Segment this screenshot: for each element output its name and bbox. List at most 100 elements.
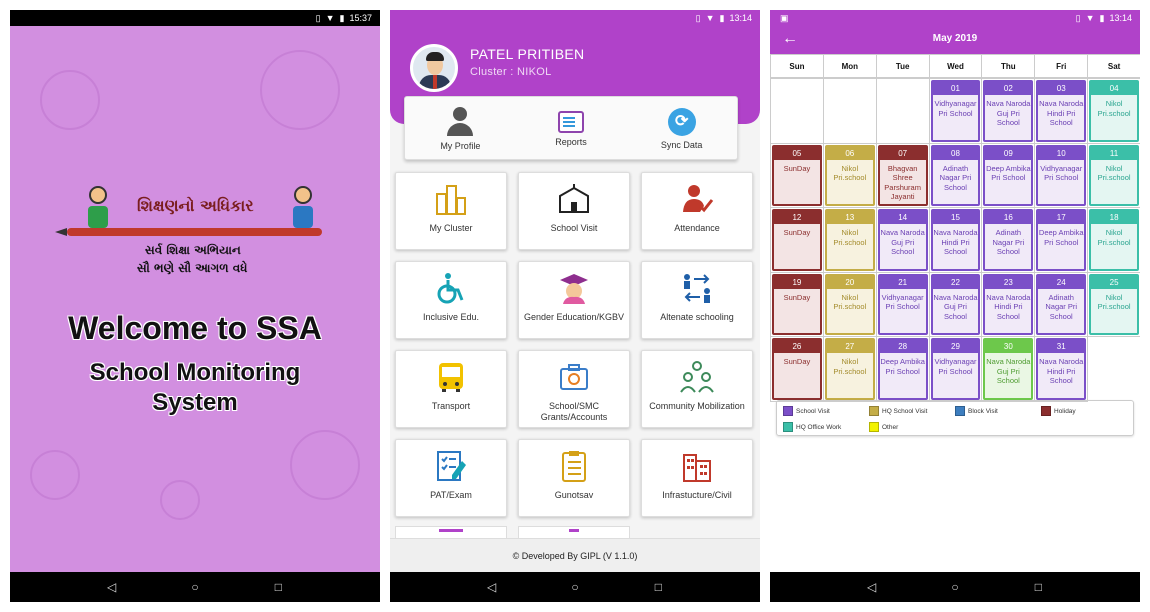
day-number: 09 bbox=[985, 146, 1032, 160]
back-nav-icon[interactable]: ◁ bbox=[97, 580, 127, 594]
calendar-day-cell[interactable]: 16 Adinath Nagar Pri School bbox=[981, 207, 1036, 273]
calendar-day-cell[interactable]: 07 Bhagvan Shree Parshuram Jayanti bbox=[875, 142, 930, 209]
calendar-event[interactable]: 21 Vidhyanagar Pri School bbox=[877, 273, 928, 336]
calendar-day-cell[interactable]: 04 Nikol Pri.school bbox=[1087, 78, 1140, 144]
school-visit-tile[interactable]: School Visit bbox=[518, 172, 630, 250]
calendar-event[interactable]: 24 Adinath Nagar Pri School bbox=[1036, 273, 1087, 336]
calendar-event[interactable]: 23 Nava Naroda Hindi Pri School bbox=[983, 273, 1034, 336]
home-nav-icon[interactable]: ○ bbox=[180, 580, 210, 594]
calendar-event[interactable]: 16 Adinath Nagar Pri School bbox=[983, 209, 1034, 271]
my-profile-button[interactable]: My Profile bbox=[410, 97, 510, 159]
calendar-day-cell[interactable]: 18 Nikol Pri.school bbox=[1087, 207, 1140, 273]
my-cluster-tile[interactable]: My Cluster bbox=[395, 172, 507, 250]
tile-label: School/SMC Grants/Accounts bbox=[540, 401, 608, 422]
sync-data-button[interactable]: ⟳ Sync Data bbox=[632, 97, 732, 159]
calendar-day-cell[interactable]: 20 Nikol Pri.school bbox=[822, 271, 877, 338]
calendar-day-cell[interactable]: 01 Vidhyanagar Pri School bbox=[928, 78, 983, 144]
quick-action-label: Reports bbox=[555, 137, 587, 147]
welcome-heading: Welcome to SSA bbox=[68, 310, 322, 346]
calendar-event[interactable]: 14 Nava Naroda Guj Pri School bbox=[877, 209, 928, 271]
back-nav-icon[interactable]: ◁ bbox=[857, 580, 887, 594]
calendar-day-cell[interactable]: 21 Vidhyanagar Pri School bbox=[875, 271, 930, 338]
calendar-day-cell[interactable]: 17 Deep Ambika Pri School bbox=[1034, 207, 1089, 273]
calendar-event[interactable]: 31 Nava Naroda Hindi Pri School bbox=[1036, 338, 1087, 400]
calendar-event[interactable]: 05 SunDay bbox=[772, 144, 822, 207]
attendance-tile[interactable]: Attendance bbox=[641, 172, 753, 250]
calendar-day-cell[interactable]: 26 SunDay bbox=[770, 336, 824, 402]
calendar-day-cell[interactable]: 11 Nikol Pri.school bbox=[1087, 142, 1140, 209]
gender-education-tile[interactable]: Gender Education/KGBV bbox=[518, 261, 630, 339]
calendar-event[interactable]: 30 Nava Naroda Guj Pri School bbox=[983, 338, 1034, 400]
battery-icon: ▮ bbox=[719, 12, 725, 23]
reports-button[interactable]: Reports bbox=[521, 97, 621, 159]
calendar-day-cell[interactable]: 12 SunDay bbox=[770, 207, 824, 273]
avatar[interactable] bbox=[410, 44, 458, 92]
calendar-day-cell[interactable]: 02 Nava Naroda Guj Pri School bbox=[981, 78, 1036, 144]
calendar-day-cell[interactable]: 30 Nava Naroda Guj Pri School bbox=[981, 336, 1036, 402]
calendar-day-cell[interactable]: 19 SunDay bbox=[770, 271, 824, 338]
calendar-event[interactable]: 03 Nava Naroda Hindi Pri School bbox=[1036, 80, 1087, 142]
calendar-event[interactable]: 18 Nikol Pri.school bbox=[1089, 209, 1140, 271]
gunotsav-tile[interactable]: Gunotsav bbox=[518, 439, 630, 517]
recents-nav-icon[interactable]: □ bbox=[643, 580, 673, 594]
calendar-event[interactable]: 22 Nava Naroda Guj Pri School bbox=[930, 273, 981, 336]
transport-tile[interactable]: Transport bbox=[395, 350, 507, 428]
calendar-event[interactable]: 06 Nikol Pri.school bbox=[824, 144, 875, 207]
calendar-day-cell[interactable]: 05 SunDay bbox=[770, 142, 824, 209]
calendar-day-cell[interactable]: 23 Nava Naroda Hindi Pri School bbox=[981, 271, 1036, 338]
calendar-day-cell[interactable]: 15 Nava Naroda Hindi Pri School bbox=[928, 207, 983, 273]
recents-nav-icon[interactable]: □ bbox=[1023, 580, 1053, 594]
vibrate-icon: ▯ bbox=[695, 12, 701, 23]
calendar-event[interactable]: 17 Deep Ambika Pri School bbox=[1036, 209, 1087, 271]
calendar-event[interactable]: 08 Adinath Nagar Pri School bbox=[930, 144, 981, 207]
inclusive-edu-tile[interactable]: Inclusive Edu. bbox=[395, 261, 507, 339]
infrastructure-tile[interactable]: Infrastucture/Civil bbox=[641, 439, 753, 517]
home-nav-icon[interactable]: ○ bbox=[560, 580, 590, 594]
calendar-event[interactable]: 25 Nikol Pri.school bbox=[1089, 273, 1140, 336]
pat-exam-tile[interactable]: PAT/Exam bbox=[395, 439, 507, 517]
calendar-event[interactable]: 01 Vidhyanagar Pri School bbox=[930, 80, 981, 142]
calendar-event[interactable]: 29 Vidhyanagar Pri School bbox=[930, 338, 981, 400]
calendar-day-cell[interactable]: 24 Adinath Nagar Pri School bbox=[1034, 271, 1089, 338]
legend-swatch bbox=[783, 406, 793, 416]
calendar-event[interactable]: 28 Deep Ambika Pri School bbox=[877, 338, 928, 400]
calendar-event[interactable]: 19 SunDay bbox=[772, 273, 822, 336]
calendar-day-cell[interactable]: 08 Adinath Nagar Pri School bbox=[928, 142, 983, 209]
app-subtitle: School Monitoring System bbox=[10, 358, 380, 418]
calendar-day-cell[interactable]: 03 Nava Naroda Hindi Pri School bbox=[1034, 78, 1089, 144]
calendar-day-cell[interactable]: 13 Nikol Pri.school bbox=[822, 207, 877, 273]
calendar-day-cell[interactable]: 27 Nikol Pri.school bbox=[822, 336, 877, 402]
calendar-day-cell[interactable]: 09 Deep Ambika Pri School bbox=[981, 142, 1036, 209]
calendar-event[interactable]: 10 Vidhyanagar Pri School bbox=[1036, 144, 1087, 207]
calendar-event[interactable]: 13 Nikol Pri.school bbox=[824, 209, 875, 271]
calendar-event[interactable]: 12 SunDay bbox=[772, 209, 822, 271]
calendar-day-cell[interactable]: 25 Nikol Pri.school bbox=[1087, 271, 1140, 338]
calendar-event[interactable]: 26 SunDay bbox=[772, 338, 822, 400]
calendar-day-cell[interactable]: 28 Deep Ambika Pri School bbox=[875, 336, 930, 402]
calendar-day-cell[interactable]: 22 Nava Naroda Guj Pri School bbox=[928, 271, 983, 338]
calendar-day-cell[interactable]: 31 Nava Naroda Hindi Pri School bbox=[1034, 336, 1089, 402]
home-nav-icon[interactable]: ○ bbox=[940, 580, 970, 594]
community-mobilization-tile[interactable]: Community Mobilization bbox=[641, 350, 753, 428]
status-bar: ▯ ▼ ▮ 13:14 bbox=[390, 10, 760, 26]
calendar-event[interactable]: 15 Nava Naroda Hindi Pri School bbox=[930, 209, 981, 271]
calendar-day-cell[interactable]: 10 Vidhyanagar Pri School bbox=[1034, 142, 1089, 209]
alternate-schooling-tile[interactable]: Altenate schooling bbox=[641, 261, 753, 339]
grants-accounts-tile[interactable]: School/SMC Grants/Accounts bbox=[518, 350, 630, 428]
event-title: Adinath Nagar Pri School bbox=[939, 163, 972, 192]
calendar-event[interactable]: 04 Nikol Pri.school bbox=[1089, 80, 1140, 142]
calendar-event[interactable]: 07 Bhagvan Shree Parshuram Jayanti bbox=[877, 144, 928, 207]
event-title: Nikol Pri.school bbox=[1097, 292, 1131, 312]
calendar-day-cell[interactable]: 06 Nikol Pri.school bbox=[822, 142, 877, 209]
calendar-day-cell[interactable]: 14 Nava Naroda Guj Pri School bbox=[875, 207, 930, 273]
recents-nav-icon[interactable]: □ bbox=[263, 580, 293, 594]
calendar-event[interactable]: 09 Deep Ambika Pri School bbox=[983, 144, 1034, 207]
calendar-event[interactable]: 20 Nikol Pri.school bbox=[824, 273, 875, 336]
calendar-event[interactable]: 11 Nikol Pri.school bbox=[1089, 144, 1140, 207]
calendar-event[interactable]: 27 Nikol Pri.school bbox=[824, 338, 875, 400]
calendar-day-cell[interactable]: 29 Vidhyanagar Pri School bbox=[928, 336, 983, 402]
event-title: Nava Naroda Hindi Pri School bbox=[933, 228, 978, 257]
calendar-event[interactable]: 02 Nava Naroda Guj Pri School bbox=[983, 80, 1034, 142]
tile-label: School Visit bbox=[550, 223, 598, 233]
back-nav-icon[interactable]: ◁ bbox=[477, 580, 507, 594]
